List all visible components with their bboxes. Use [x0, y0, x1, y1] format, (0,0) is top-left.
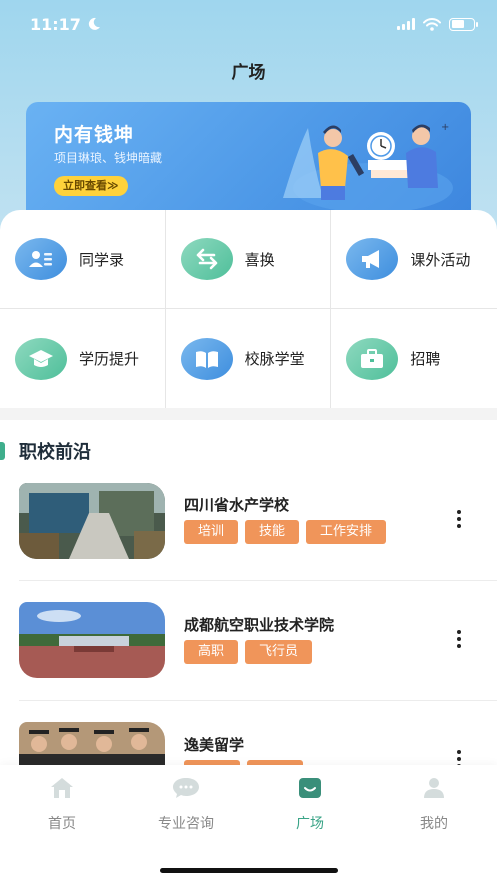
section-marker	[0, 442, 5, 460]
list-divider	[19, 700, 497, 701]
school-name: 四川省水产学校	[184, 496, 290, 514]
exchange-arrows-icon	[180, 238, 233, 280]
tab-square[interactable]: 广场	[250, 777, 370, 833]
graduation-cap-icon	[15, 337, 67, 380]
status-bar: 11:17	[0, 0, 497, 48]
grid-item-label: 喜换	[244, 250, 275, 269]
banner-title: 内有钱坤	[54, 124, 135, 146]
school-tag: 高职	[184, 640, 239, 664]
promo-banner[interactable]: 内有钱坤 项目琳琅、钱坤暗藏 立即查看≫ +	[26, 102, 471, 222]
school-tag: 技能	[245, 520, 300, 544]
grid-item-exchange[interactable]: 喜换	[165, 210, 332, 309]
moon-icon	[88, 17, 100, 30]
grid-item-school-hall[interactable]: 校脉学堂	[166, 309, 332, 408]
more-options-icon[interactable]	[457, 630, 461, 648]
grid-item-label: 同学录	[79, 250, 125, 269]
tab-label: 首页	[48, 816, 76, 832]
tab-label: 专业咨询	[158, 816, 214, 832]
grid-item-label: 校脉学堂	[244, 350, 305, 368]
list-item[interactable]: 逸美留学	[0, 718, 497, 765]
school-photo	[19, 602, 165, 678]
tab-home[interactable]: 首页	[2, 777, 122, 833]
home-icon	[51, 778, 73, 798]
grid-item-classmates[interactable]: 同学录	[0, 210, 166, 309]
school-name: 成都航空职业技术学院	[184, 616, 335, 634]
open-book-icon	[180, 337, 233, 380]
tab-consult[interactable]: 专业咨询	[126, 777, 246, 833]
section-separator	[0, 408, 497, 420]
banner-view-button[interactable]: 立即查看≫	[54, 176, 128, 196]
grid-item-label: 学历提升	[79, 350, 140, 368]
bottom-tab-bar: 首页 专业咨询 广场 我的	[0, 765, 497, 883]
school-name: 逸美留学	[184, 736, 245, 754]
battery-icon	[449, 17, 478, 31]
grid-item-activities[interactable]: 课外活动	[331, 210, 497, 309]
megaphone-icon	[346, 238, 399, 280]
more-options-icon[interactable]	[457, 750, 461, 765]
home-indicator	[160, 868, 338, 873]
banner-subtitle: 项目琳琅、钱坤暗藏	[54, 151, 163, 165]
chat-bubble-icon	[173, 778, 199, 798]
list-divider	[19, 580, 497, 581]
school-photo	[19, 722, 165, 765]
section-title: 职校前沿	[19, 442, 91, 463]
grid-item-education[interactable]: 学历提升	[0, 309, 166, 408]
banner-illustration: +	[283, 122, 453, 213]
grid-item-label: 课外活动	[410, 250, 471, 269]
user-icon	[424, 778, 444, 798]
page-title: 广场	[231, 63, 266, 83]
more-options-icon[interactable]	[457, 510, 461, 528]
school-news-section: 职校前沿 四川省水产学校 培训 技能 工作安排 成都航空职业技术学院 高职 飞行…	[0, 420, 497, 765]
grid-item-label: 招聘	[410, 350, 441, 368]
svg-text:+: +	[441, 122, 449, 133]
tab-label: 我的	[420, 816, 448, 832]
school-tag: 培训	[184, 520, 239, 544]
school-tag: 飞行员	[245, 640, 313, 664]
square-smile-icon	[299, 778, 321, 798]
wifi-icon	[423, 17, 441, 31]
school-photo	[19, 483, 165, 559]
contacts-icon	[15, 238, 67, 280]
tab-mine[interactable]: 我的	[374, 777, 494, 833]
status-time: 11:17	[30, 14, 81, 34]
briefcase-icon	[346, 337, 399, 380]
grid-item-jobs[interactable]: 招聘	[331, 309, 497, 408]
signal-icon	[397, 18, 415, 30]
school-tag: 工作安排	[306, 520, 387, 544]
tab-label: 广场	[296, 816, 324, 832]
feature-grid: 同学录 喜换 课外活动 学历提升 校脉学堂 招聘	[0, 210, 497, 408]
